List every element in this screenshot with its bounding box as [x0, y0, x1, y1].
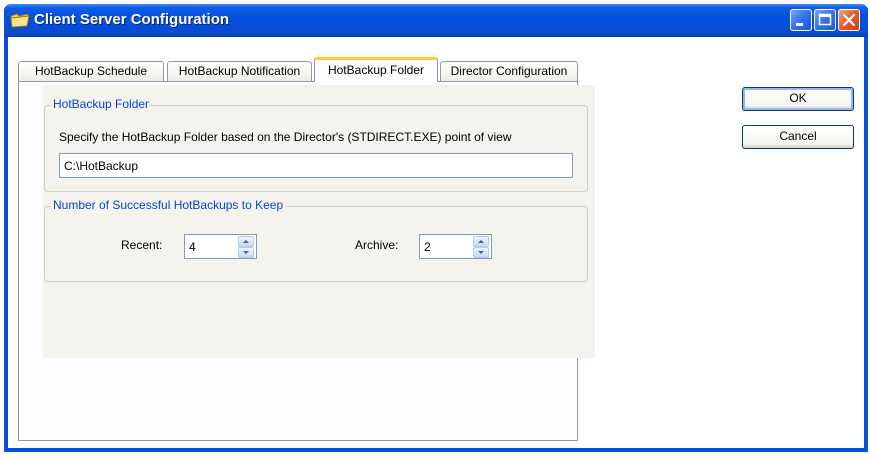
recent-down-button[interactable] [238, 247, 254, 258]
archive-label: Archive: [355, 238, 399, 252]
folder-description: Specify the HotBackup Folder based on th… [59, 130, 512, 144]
tab-hotbackup-folder[interactable]: HotBackup Folder [314, 57, 438, 82]
arrow-down-icon [478, 251, 484, 254]
close-icon [842, 13, 856, 27]
hotbackup-folder-input[interactable] [59, 153, 573, 178]
title-bar[interactable]: Client Server Configuration [4, 4, 868, 37]
arrow-up-icon [478, 240, 484, 243]
recent-spinner [238, 236, 255, 258]
backups-to-keep-group: Number of Successful HotBackups to Keep … [44, 198, 588, 282]
tab-hotbackup-notification[interactable]: HotBackup Notification [167, 61, 312, 81]
recent-label: Recent: [121, 238, 163, 252]
dialog-client-area: HotBackup Schedule HotBackup Notificatio… [8, 37, 864, 448]
backups-to-keep-group-title: Number of Successful HotBackups to Keep [51, 198, 286, 212]
maximize-button[interactable] [814, 9, 836, 31]
maximize-icon [818, 13, 832, 26]
minimize-icon [796, 23, 803, 26]
archive-spinner [473, 236, 490, 258]
dialog-window: Client Server Configuration HotBackup Sc… [4, 4, 868, 452]
cancel-button[interactable]: Cancel [742, 125, 854, 149]
archive-up-button[interactable] [473, 236, 489, 247]
window-title: Client Server Configuration [34, 11, 230, 28]
minimize-button[interactable] [790, 9, 812, 31]
arrow-down-icon [243, 251, 249, 254]
tab-director-configuration[interactable]: Director Configuration [440, 61, 578, 81]
arrow-up-icon [243, 240, 249, 243]
hotbackup-folder-group-title: HotBackup Folder [51, 97, 152, 111]
tab-hotbackup-schedule[interactable]: HotBackup Schedule [18, 61, 164, 81]
ok-button[interactable]: OK [742, 87, 854, 111]
hotbackup-folder-group: HotBackup Folder Specify the HotBackup F… [44, 97, 588, 192]
archive-down-button[interactable] [473, 247, 489, 258]
close-button[interactable] [838, 9, 860, 31]
folder-icon [10, 12, 30, 32]
recent-up-button[interactable] [238, 236, 254, 247]
tab-content: HotBackup Folder Specify the HotBackup F… [43, 85, 595, 358]
